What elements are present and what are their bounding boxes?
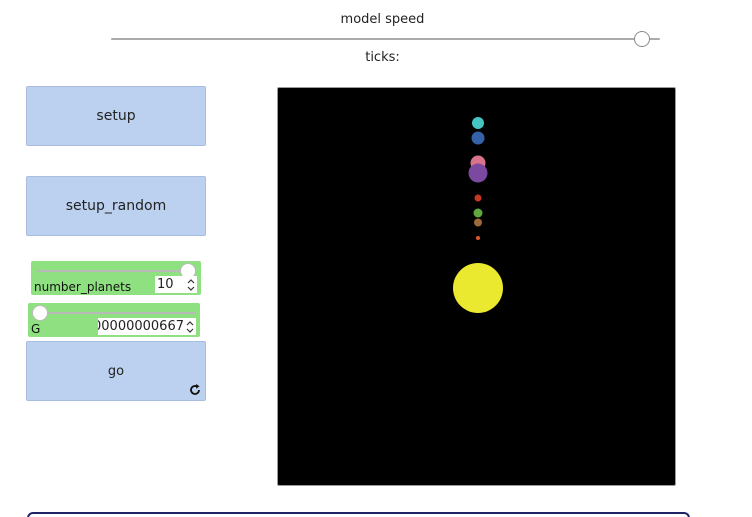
number-planets-label: number_planets bbox=[34, 280, 132, 294]
g-slider-track[interactable] bbox=[36, 312, 196, 314]
forever-icon bbox=[190, 384, 200, 395]
setup-random-button[interactable]: setup_random bbox=[26, 176, 206, 236]
planet bbox=[476, 236, 480, 240]
number-planets-slider[interactable]: number_planets 10 bbox=[31, 261, 201, 295]
model-speed-slider-track[interactable] bbox=[111, 38, 660, 40]
netlogo-view: model speed ticks: setup setup_random nu… bbox=[0, 0, 752, 517]
model-speed-slider-thumb[interactable] bbox=[634, 31, 650, 47]
planet bbox=[474, 218, 482, 227]
go-button-label: go bbox=[107, 363, 125, 379]
command-center[interactable] bbox=[27, 512, 690, 517]
world-canvas bbox=[453, 117, 503, 313]
ticks-label: ticks: bbox=[365, 50, 400, 65]
planet bbox=[473, 208, 483, 218]
g-label: G bbox=[31, 322, 41, 336]
g-slider[interactable]: G 0.0000000000667 bbox=[28, 303, 200, 337]
number-planets-value-input[interactable]: 10 bbox=[155, 276, 185, 293]
g-spinner[interactable] bbox=[184, 318, 196, 335]
planet bbox=[471, 131, 485, 145]
world-view[interactable] bbox=[277, 87, 676, 486]
go-button[interactable]: go bbox=[26, 341, 206, 401]
g-slider-thumb[interactable] bbox=[32, 305, 48, 321]
sun bbox=[453, 263, 503, 313]
number-planets-spinner[interactable] bbox=[185, 276, 197, 293]
setup-random-button-label: setup_random bbox=[65, 198, 167, 214]
number-planets-slider-track[interactable] bbox=[37, 270, 195, 272]
g-value-input[interactable]: 0.0000000000667 bbox=[98, 318, 184, 335]
planet bbox=[472, 117, 484, 129]
setup-button[interactable]: setup bbox=[26, 86, 206, 146]
planet bbox=[468, 163, 488, 183]
planet bbox=[474, 194, 482, 202]
model-speed-label: model speed bbox=[340, 12, 425, 27]
setup-button-label: setup bbox=[96, 108, 136, 124]
